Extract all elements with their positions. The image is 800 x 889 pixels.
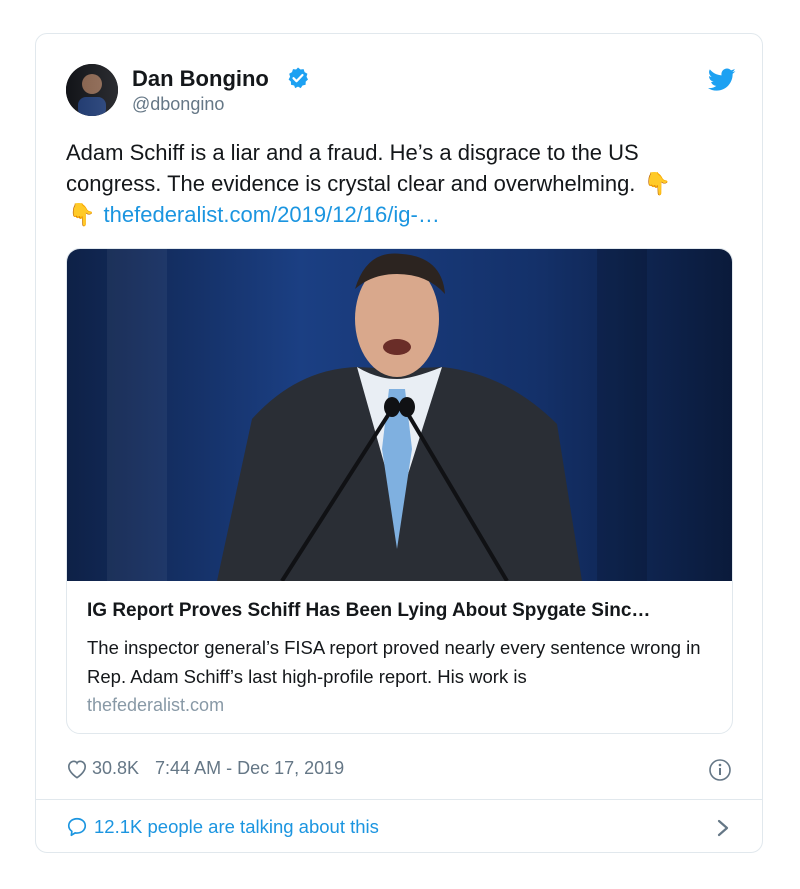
verified-badge-icon <box>288 67 308 89</box>
card-image[interactable] <box>67 249 733 581</box>
info-icon[interactable] <box>708 758 732 782</box>
talking-count[interactable]: 12.1K people are talking about this <box>94 816 379 838</box>
heart-icon[interactable] <box>66 759 88 779</box>
card-title[interactable]: IG Report Proves Schiff Has Been Lying A… <box>87 600 717 622</box>
conversation-link[interactable]: 12.1K people are talking about this <box>66 816 379 838</box>
tweet-body: Adam Schiff is a liar and a fraud. He’s … <box>66 140 639 196</box>
divider <box>36 799 762 800</box>
link-preview-card[interactable]: IG Report Proves Schiff Has Been Lying A… <box>66 248 733 734</box>
card-domain: thefederalist.com <box>87 695 225 715</box>
tweet-meta: 30.8K 7:44 AM - Dec 17, 2019 <box>66 758 344 779</box>
tweet-link[interactable]: thefederalist.com/2019/12/16/ig-… <box>104 202 440 227</box>
speech-bubble-icon <box>67 817 87 837</box>
pointing-down-emoji: 👇 <box>643 171 671 196</box>
author-avatar[interactable] <box>66 64 118 116</box>
author-handle[interactable]: @dbongino <box>132 94 224 115</box>
timestamp[interactable]: 7:44 AM - Dec 17, 2019 <box>155 758 344 779</box>
like-count[interactable]: 30.8K <box>92 758 139 779</box>
author-name[interactable]: Dan Bongino <box>132 66 269 92</box>
card-description: The inspector general’s FISA report prov… <box>87 637 701 687</box>
tweet-card[interactable]: Dan Bongino @dbongino Adam Schiff is a l… <box>35 33 763 853</box>
pointing-down-emoji: 👇 <box>68 202 96 227</box>
chevron-right-icon[interactable] <box>716 818 730 838</box>
tweet-text: Adam Schiff is a liar and a fraud. He’s … <box>66 137 736 230</box>
twitter-bird-icon[interactable] <box>708 68 736 92</box>
